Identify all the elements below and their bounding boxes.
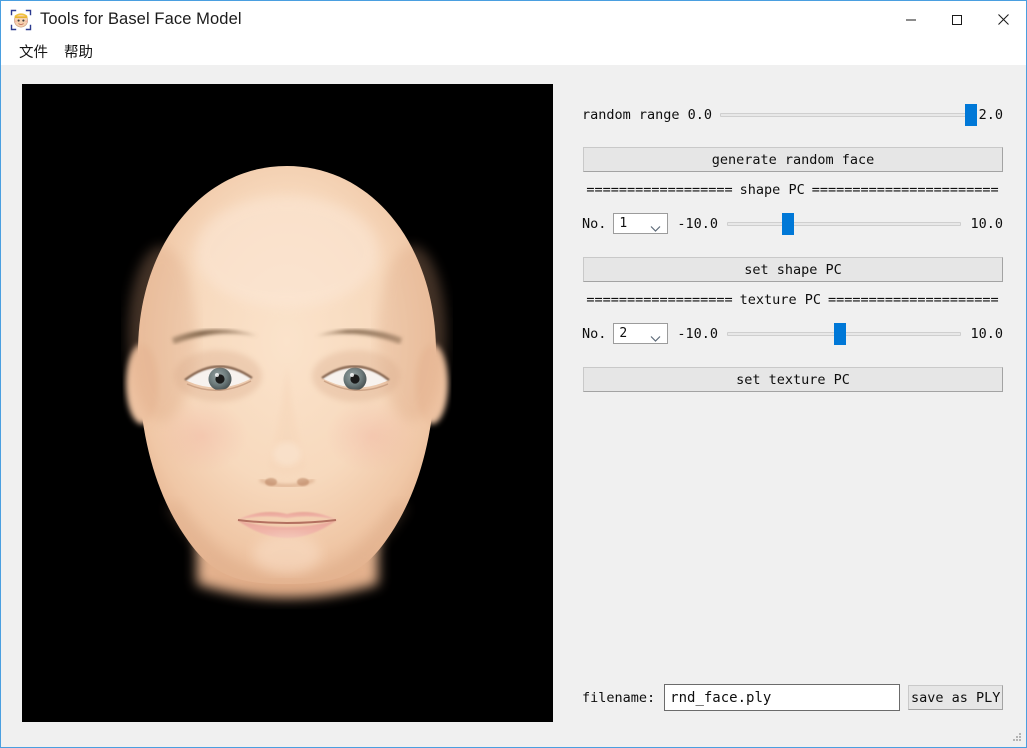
texture-no-label: No. — [582, 325, 607, 342]
save-as-ply-button[interactable]: save as PLY — [908, 685, 1003, 710]
rendered-face-model — [22, 84, 553, 722]
shape-sep-right: ======================= — [811, 182, 999, 198]
texture-min-label: -10.0 — [677, 325, 719, 342]
generate-random-face-button[interactable]: generate random face — [583, 147, 1003, 172]
title-bar: Tools for Basel Face Model — [1, 1, 1026, 38]
menu-file[interactable]: 文件 — [11, 39, 56, 64]
shape-pc-separator: ================== shape PC ============… — [582, 182, 1003, 198]
shape-pc-row: No. 1 -10.0 10.0 — [582, 212, 1003, 235]
application-window: Tools for Basel Face Model 文件 帮助 random … — [0, 0, 1027, 748]
window-controls — [888, 1, 1026, 38]
texture-pc-handle[interactable] — [833, 322, 846, 345]
filename-label: filename: — [582, 689, 656, 706]
save-row: filename: rnd_face.ply save as PLY — [582, 684, 1003, 711]
random-range-label: random range 0.0 — [582, 107, 713, 123]
set-shape-pc-button[interactable]: set shape PC — [583, 257, 1003, 282]
menu-bar: 文件 帮助 — [1, 38, 1026, 65]
face-model-icon — [10, 9, 32, 31]
random-range-handle[interactable] — [964, 104, 977, 126]
texture-pc-row: No. 2 -10.0 10.0 — [582, 322, 1003, 345]
texture-pc-index-value: 2 — [619, 326, 628, 341]
shape-no-label: No. — [582, 215, 607, 232]
texture-sep-left: ================== — [586, 292, 733, 308]
chevron-down-icon — [650, 330, 661, 348]
shape-pc-handle[interactable] — [781, 212, 794, 235]
resize-grip[interactable] — [1010, 731, 1023, 744]
texture-max-label: 10.0 — [970, 325, 1003, 342]
shape-pc-slider[interactable] — [727, 212, 962, 235]
shape-min-label: -10.0 — [677, 215, 719, 232]
maximize-button[interactable] — [934, 1, 980, 38]
face-render-canvas[interactable] — [22, 84, 553, 722]
shape-sep-left: ================== — [586, 182, 733, 198]
random-range-track — [720, 113, 971, 117]
shape-sep-title: shape PC — [739, 182, 805, 198]
chevron-down-icon — [650, 220, 661, 238]
filename-input[interactable]: rnd_face.ply — [664, 684, 901, 711]
texture-pc-separator: ================== texture PC ==========… — [582, 292, 1003, 308]
texture-pc-slider[interactable] — [727, 322, 962, 345]
control-panel: random range 0.0 2.0 generate random fac… — [582, 65, 1003, 747]
shape-pc-index-dropdown[interactable]: 1 — [613, 213, 669, 234]
random-range-max-label: 2.0 — [978, 107, 1003, 123]
texture-sep-title: texture PC — [739, 292, 821, 308]
window-title: Tools for Basel Face Model — [40, 10, 242, 28]
client-area: random range 0.0 2.0 generate random fac… — [1, 65, 1026, 747]
shape-pc-track — [727, 221, 962, 226]
texture-sep-right: ===================== — [827, 292, 999, 308]
close-button[interactable] — [980, 1, 1026, 38]
minimize-button[interactable] — [888, 1, 934, 38]
texture-pc-index-dropdown[interactable]: 2 — [613, 323, 669, 344]
shape-max-label: 10.0 — [970, 215, 1003, 232]
random-range-row: random range 0.0 2.0 — [582, 104, 1003, 126]
random-range-slider[interactable] — [720, 104, 977, 126]
shape-pc-index-value: 1 — [619, 216, 628, 231]
set-texture-pc-button[interactable]: set texture PC — [583, 367, 1003, 392]
menu-help[interactable]: 帮助 — [56, 39, 101, 64]
